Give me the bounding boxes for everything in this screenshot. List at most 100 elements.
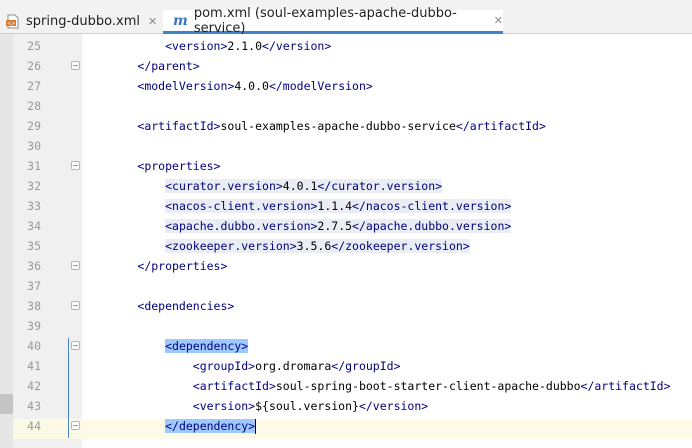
open-tag: <dependency>	[165, 339, 249, 353]
code-line[interactable]: 27 <modelVersion>4.0.0</modelVersion>	[0, 76, 692, 96]
line-number: 43	[27, 399, 41, 413]
tag-value: org.dromara	[255, 359, 332, 373]
close-tag: </version>	[358, 399, 429, 413]
close-icon[interactable]: ✕	[494, 14, 503, 27]
tag-value: soul-examples-apache-dubbo-service	[220, 119, 456, 133]
line-number: 30	[27, 139, 41, 153]
line-number: 32	[27, 179, 41, 193]
code-text: <modelVersion>4.0.0</modelVersion>	[82, 76, 373, 96]
tag-value: soul-spring-boot-starter-client-apache-d…	[275, 379, 581, 393]
code-line[interactable]: 41 <groupId>org.dromara</groupId>	[0, 356, 692, 376]
close-tag: </zookeeper.version>	[331, 239, 470, 253]
code-line[interactable]: 37	[0, 276, 692, 296]
fold-toggle-icon[interactable]	[71, 61, 80, 70]
tab-pom-xml[interactable]: m pom.xml (soul-examples-apache-dubbo-se…	[163, 6, 503, 36]
line-number: 37	[27, 279, 41, 293]
line-number: 42	[27, 379, 41, 393]
close-tag: </version>	[262, 39, 332, 53]
line-number: 40	[27, 339, 41, 353]
line-number: 44	[27, 419, 41, 433]
code-text: </parent>	[82, 56, 200, 76]
code-text: <dependencies>	[82, 296, 234, 316]
fold-toggle-icon[interactable]	[71, 341, 80, 350]
code-text: <version>${soul.version}</version>	[82, 396, 428, 416]
fold-toggle-icon[interactable]	[71, 421, 80, 430]
line-number: 34	[27, 219, 41, 233]
code-text: <artifactId>soul-spring-boot-starter-cli…	[82, 376, 671, 396]
code-line[interactable]: 32 <curator.version>4.0.1</curator.versi…	[0, 176, 692, 196]
code-line[interactable]: 38 <dependencies>	[0, 296, 692, 316]
svg-text:<>: <>	[7, 21, 15, 27]
code-line[interactable]: 40 <dependency>	[0, 336, 692, 356]
line-number: 25	[27, 39, 41, 53]
close-tag: </artifactId>	[455, 119, 546, 133]
line-number: 39	[27, 319, 41, 333]
fold-toggle-icon[interactable]	[71, 301, 80, 310]
open-tag: <version>	[165, 39, 228, 53]
tab-label: pom.xml (soul-examples-apache-dubbo-serv…	[193, 5, 457, 36]
open-tag: <artifactId>	[192, 379, 276, 393]
close-tag: </parent>	[137, 59, 200, 73]
editor-tab-bar: <> spring-dubbo.xml ✕ m pom.xml (soul-ex…	[0, 0, 692, 36]
line-number: 35	[27, 239, 41, 253]
close-tag: </modelVersion>	[268, 79, 373, 93]
open-tag: <artifactId>	[137, 119, 221, 133]
tab-label: spring-dubbo.xml	[26, 14, 140, 29]
line-number: 31	[27, 159, 41, 173]
text-caret	[255, 419, 257, 434]
code-text: <artifactId>soul-examples-apache-dubbo-s…	[82, 116, 546, 136]
tag-value: 2.7.5	[317, 219, 353, 233]
open-tag: <apache.dubbo.version>	[165, 219, 318, 233]
code-line[interactable]: 35 <zookeeper.version>3.5.6</zookeeper.v…	[0, 236, 692, 256]
open-tag: <version>	[192, 399, 256, 413]
code-line[interactable]: 25 <version>2.1.0</version>	[0, 36, 692, 56]
code-text: <zookeeper.version>3.5.6</zookeeper.vers…	[82, 236, 470, 256]
code-text: <curator.version>4.0.1</curator.version>	[82, 176, 443, 196]
code-line[interactable]: 39	[0, 316, 692, 336]
code-text: </properties>	[82, 256, 227, 276]
line-number: 36	[27, 259, 41, 273]
close-tag: </properties>	[137, 259, 228, 273]
close-tag: </dependency>	[165, 419, 256, 433]
line-number: 28	[27, 99, 41, 113]
open-tag: <dependencies>	[137, 299, 235, 313]
code-text: <version>2.1.0</version>	[82, 36, 331, 56]
line-number: 33	[27, 199, 41, 213]
close-tag: </curator.version>	[317, 179, 443, 193]
code-line[interactable]: 33 <nacos-client.version>1.1.4</nacos-cl…	[0, 196, 692, 216]
close-tag: </artifactId>	[580, 379, 671, 393]
code-text: <apache.dubbo.version>2.7.5</apache.dubb…	[82, 216, 512, 236]
code-line[interactable]: 28	[0, 96, 692, 116]
code-line[interactable]: 26 </parent>	[0, 56, 692, 76]
code-line[interactable]: 44 </dependency>	[0, 416, 692, 436]
line-number: 38	[27, 299, 41, 313]
code-line[interactable]: 31 <properties>	[0, 156, 692, 176]
close-icon[interactable]: ✕	[148, 15, 157, 28]
tag-value: 3.5.6	[296, 239, 332, 253]
tag-value: 1.1.4	[317, 199, 353, 213]
close-tag: </groupId>	[331, 359, 401, 373]
code-line[interactable]: 43 <version>${soul.version}</version>	[0, 396, 692, 416]
open-tag: <curator.version>	[165, 179, 283, 193]
tag-value: 4.0.0	[234, 79, 269, 93]
code-text: <dependency>	[82, 336, 249, 356]
code-line[interactable]: 30	[0, 136, 692, 156]
code-line[interactable]: 36 </properties>	[0, 256, 692, 276]
fold-toggle-icon[interactable]	[71, 161, 80, 170]
open-tag: <properties>	[137, 159, 221, 173]
fold-toggle-icon[interactable]	[71, 261, 80, 270]
tab-spring-dubbo-xml[interactable]: <> spring-dubbo.xml ✕	[0, 10, 162, 33]
code-text: <nacos-client.version>1.1.4</nacos-clien…	[82, 196, 512, 216]
code-line[interactable]: 29 <artifactId>soul-examples-apache-dubb…	[0, 116, 692, 136]
code-line[interactable]: 34 <apache.dubbo.version>2.7.5</apache.d…	[0, 216, 692, 236]
tag-value: ${soul.version}	[255, 399, 359, 413]
code-text: </dependency>	[82, 416, 257, 436]
code-line[interactable]: 42 <artifactId>soul-spring-boot-starter-…	[0, 376, 692, 396]
line-number: 27	[27, 79, 41, 93]
open-tag: <modelVersion>	[137, 79, 235, 93]
line-number: 26	[27, 59, 41, 73]
open-tag: <zookeeper.version>	[165, 239, 297, 253]
